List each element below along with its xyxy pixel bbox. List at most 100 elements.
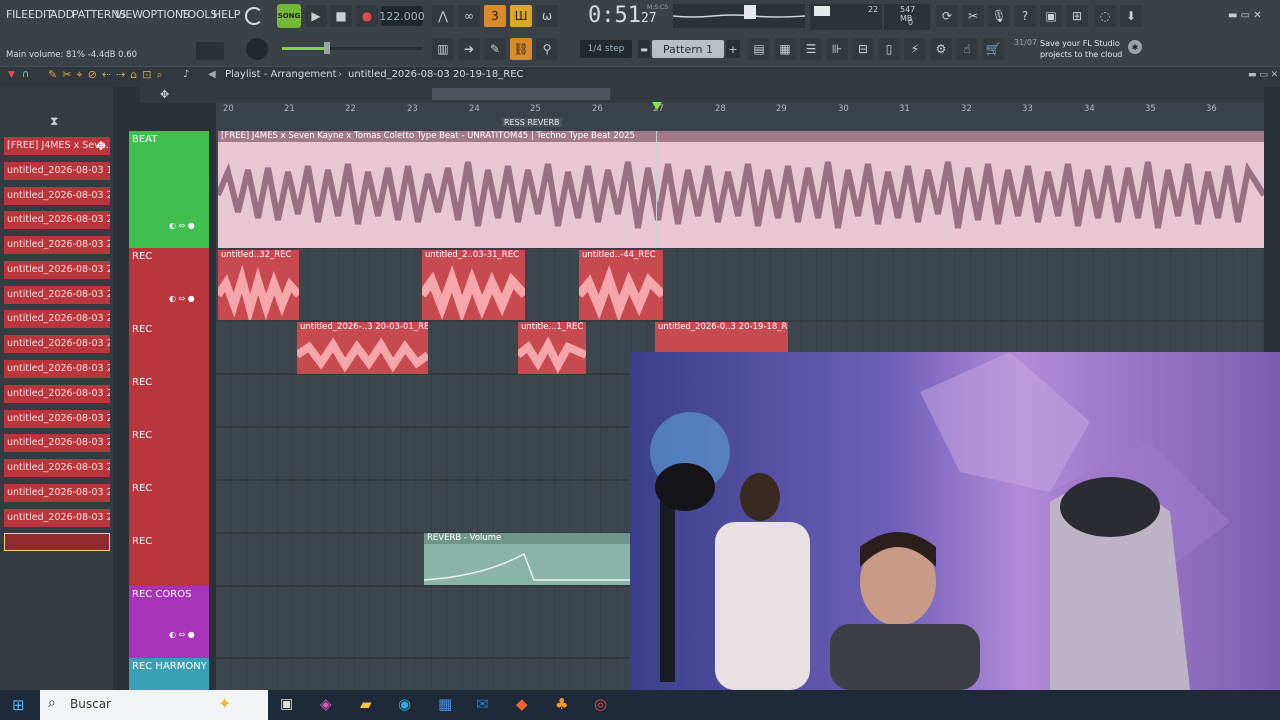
pencil-icon[interactable]: ✎	[484, 38, 506, 60]
track-header-beat[interactable]: BEAT ◐ ⇔ ●	[129, 131, 209, 248]
master-volume-handle[interactable]	[324, 42, 330, 54]
audio-clip[interactable]: untitled_2026-0..3 20-19-18_REC	[655, 322, 788, 352]
step-sequencer-icon[interactable]: ▦	[774, 38, 796, 60]
record-icon[interactable]: ●	[356, 5, 378, 27]
menu-help[interactable]: HELP	[213, 8, 240, 21]
track-header-rec-harmony[interactable]: REC HARMONY	[129, 658, 209, 690]
audio-clip[interactable]: untitle...1_REC	[518, 322, 586, 374]
play-icon[interactable]: ▶	[305, 5, 327, 27]
track-header-rec-5[interactable]: REC	[129, 480, 209, 533]
pattern-item[interactable]: untitled_2026-08-03 20-...	[4, 286, 110, 304]
countdown-icon[interactable]: 3	[484, 5, 506, 27]
copilot-icon[interactable]: ◈	[320, 695, 332, 713]
reset-icon[interactable]: ⟳	[936, 5, 958, 27]
magnet-icon[interactable]: ∩	[22, 69, 29, 80]
track-header-rec-3[interactable]: REC	[129, 374, 209, 427]
song-mode-toggle[interactable]: SONG	[277, 4, 301, 28]
stop-icon[interactable]: ■	[330, 5, 352, 27]
audio-clip[interactable]: untitled..-44_REC	[579, 250, 663, 320]
waveform-icon[interactable]: ⧗	[50, 114, 58, 129]
track-header-rec-1[interactable]: REC ◐ ⇔ ●	[129, 248, 209, 321]
store-icon[interactable]: ▦	[438, 695, 452, 713]
pattern-item[interactable]: untitled_2026-08-03 20-...	[4, 360, 110, 378]
file-explorer-icon[interactable]: ▰	[360, 695, 372, 713]
track-controls-icon[interactable]: ◐ ⇔ ●	[169, 221, 195, 230]
pattern-item[interactable]: [FREE] J4MES x Seve...	[4, 137, 110, 155]
pattern-prev-icon[interactable]: ▬	[638, 40, 650, 58]
link-icon[interactable]: ⛓	[510, 38, 532, 60]
touch-icon[interactable]: ☝	[956, 38, 978, 60]
wait-icon[interactable]: ∞	[458, 5, 480, 27]
pattern-item[interactable]: untitled_2026-08-03 20-...	[4, 410, 110, 428]
pattern-item[interactable]: untitled_2026-08-03 20-...	[4, 385, 110, 403]
arrow-icon[interactable]: ➔	[458, 38, 480, 60]
pattern-item[interactable]: untitled_2026-08-03 20-...	[4, 187, 110, 205]
tools-icon[interactable]: ⚙	[930, 38, 952, 60]
playlist-overview[interactable]	[140, 86, 1264, 103]
metronome-icon[interactable]: ⋀	[432, 5, 454, 27]
obs-icon[interactable]: ◎	[594, 695, 607, 713]
pattern-item[interactable]: untitled_2026-08-03 20-...	[4, 459, 110, 477]
track-header-rec-6[interactable]: REC	[129, 533, 209, 586]
brave-icon[interactable]: ◆	[516, 695, 528, 713]
menu-file[interactable]: FILE	[6, 8, 28, 21]
drag-handle-icon[interactable]: ✥	[96, 139, 106, 153]
menu-tools[interactable]: TOOLS	[181, 8, 217, 21]
audio-clip[interactable]: untitled..32_REC	[218, 250, 299, 320]
files-icon[interactable]: ▯	[878, 38, 900, 60]
playlist-icon[interactable]: ▤	[748, 38, 770, 60]
windows-start-icon[interactable]: ⊞	[12, 696, 25, 714]
master-volume-slider[interactable]	[282, 47, 422, 50]
speaker-icon[interactable]: ♪	[183, 69, 189, 80]
outlook-icon[interactable]: ✉	[476, 695, 489, 713]
menu-view[interactable]: VIEW	[115, 8, 143, 21]
midi-icon[interactable]	[196, 42, 224, 60]
zoom-icon[interactable]: ✥	[160, 88, 169, 101]
pattern-item-selected[interactable]	[4, 533, 110, 551]
playlist-window-controls[interactable]: ▬ ▭ ✕	[1248, 70, 1278, 80]
audio-clip-beat[interactable]: [FREE] J4MES x Seven Kayne x Tomas Colet…	[218, 131, 1264, 248]
pattern-item[interactable]: untitled_2026-08-03 19-...	[4, 162, 110, 180]
shop-icon[interactable]: 🛒	[982, 38, 1004, 60]
stamp-icon[interactable]: ⚲	[536, 38, 558, 60]
mixer-icon[interactable]: ⊞	[1066, 5, 1088, 27]
audio-clip[interactable]: untitled_2..03-31_REC	[422, 250, 525, 320]
master-volume-knob[interactable]	[246, 38, 268, 60]
overview-scroll-handle[interactable]	[432, 88, 610, 100]
microphone-icon[interactable]: 🎙	[988, 5, 1010, 27]
timeline-ruler[interactable]	[216, 103, 1264, 131]
pattern-item[interactable]: untitled_2026-08-03 20-...	[4, 261, 110, 279]
master-pitch-slider[interactable]	[744, 5, 756, 19]
cloud-message[interactable]: Save your FL Studio projects to the clou…	[1040, 38, 1132, 60]
pattern-item[interactable]: untitled_2026-08-03 20-...	[4, 484, 110, 502]
track-controls-icon[interactable]: ◐ ⇔ ●	[169, 294, 195, 303]
task-view-icon[interactable]: ▣	[280, 696, 293, 712]
channel-rack-icon[interactable]: ☰	[800, 38, 822, 60]
tempo-display[interactable]: 122.000	[379, 6, 425, 26]
fl-studio-icon[interactable]: ♣	[555, 695, 568, 713]
window-controls[interactable]: ▬ ▭ ✕	[1228, 10, 1262, 21]
menu-add[interactable]: ADD	[50, 8, 74, 21]
dropdown-icon[interactable]: ▼	[8, 70, 15, 80]
cut-icon[interactable]: ✂	[962, 5, 984, 27]
audio-clip[interactable]: untitled_2026-..3 20-03-01_REC	[297, 322, 428, 374]
track-header-rec-4[interactable]: REC	[129, 427, 209, 480]
pattern-selector[interactable]: Pattern 1	[652, 40, 724, 58]
playlist-tools[interactable]: ✎✂⌖⊘⇠⇢⌂⊡⌕	[48, 68, 168, 82]
help-icon[interactable]: ?	[1014, 5, 1036, 27]
cloud-settings-icon[interactable]: ✱	[1128, 40, 1142, 54]
save-icon[interactable]: ▣	[1040, 5, 1062, 27]
menu-edit[interactable]: EDIT	[28, 8, 53, 21]
nav-arrow-icon[interactable]: ◀	[208, 69, 216, 80]
blend-icon[interactable]: Ш	[510, 5, 532, 27]
chat-icon[interactable]: ◌	[1094, 5, 1116, 27]
pattern-item[interactable]: untitled_2026-08-03 20-...	[4, 310, 110, 328]
playhead-marker[interactable]	[652, 102, 662, 110]
download-icon[interactable]: ⬇	[1120, 5, 1142, 27]
plugin-icon[interactable]: ⚡	[904, 38, 926, 60]
refresh-icon[interactable]	[245, 7, 263, 25]
snap-selector[interactable]: 1/4 step	[580, 40, 632, 58]
pattern-item[interactable]: untitled_2026-08-03 20-...	[4, 211, 110, 229]
pattern-item[interactable]: untitled_2026-08-03 20-...	[4, 434, 110, 452]
edge-icon[interactable]: ◉	[398, 695, 411, 713]
